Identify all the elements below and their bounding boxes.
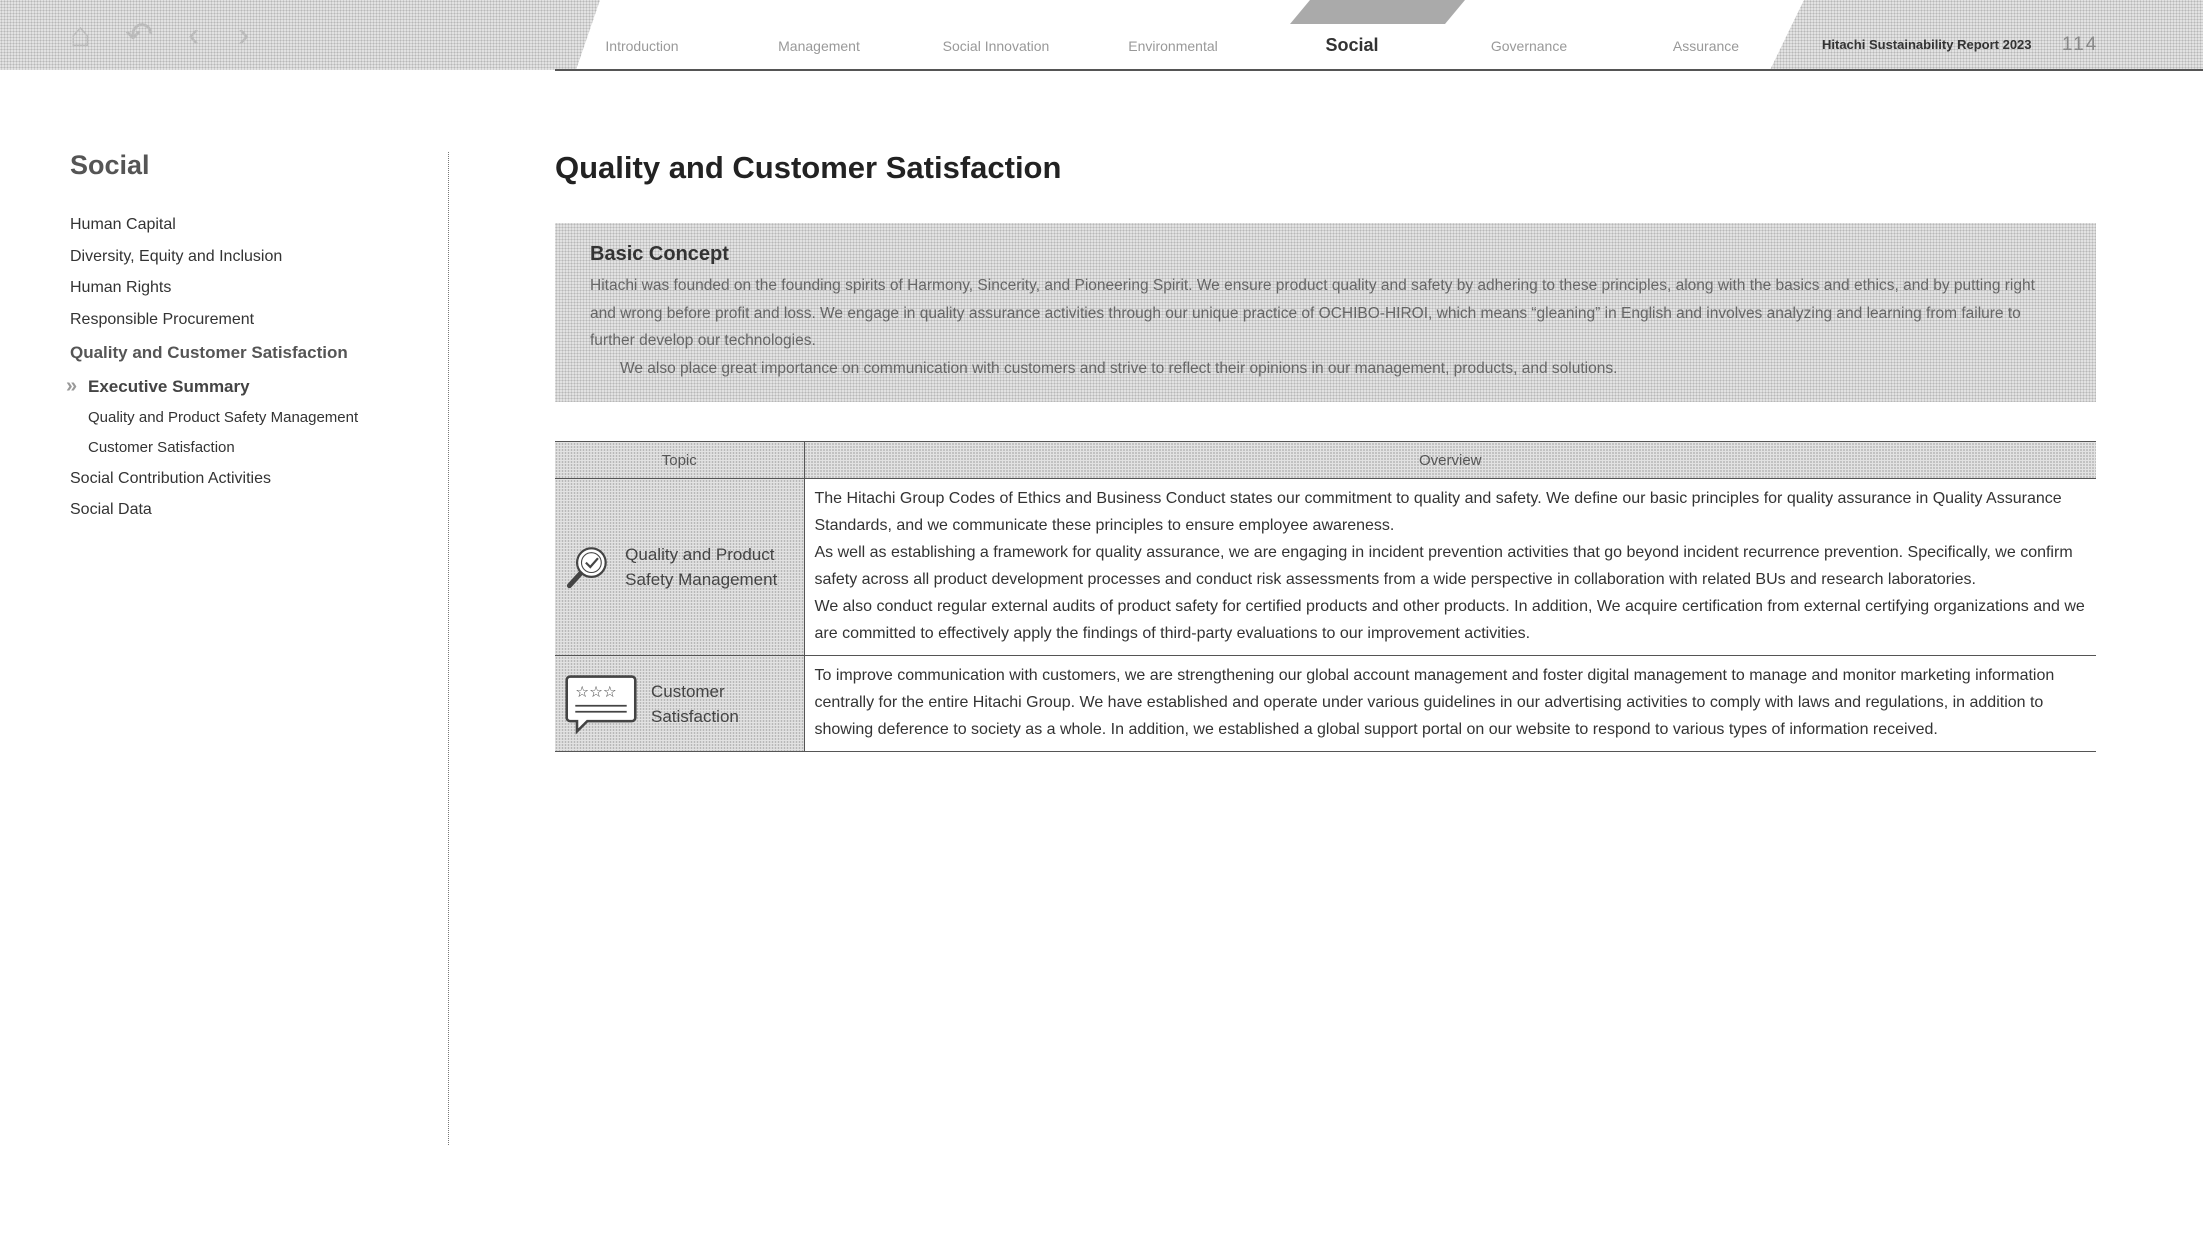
- overview-line: We also conduct regular external audits …: [814, 598, 2085, 642]
- sidebar-divider: [448, 152, 449, 1145]
- sidebar-item-customer-satisfaction[interactable]: Customer Satisfaction: [70, 433, 440, 463]
- report-title: Hitachi Sustainability Report 2023: [1822, 37, 2032, 52]
- overview-cell: To improve communication with customers,…: [804, 655, 2096, 752]
- sidebar-item-quality-customer-satisfaction[interactable]: Quality and Customer Satisfaction: [70, 335, 440, 371]
- tab-social-innovation[interactable]: Social Innovation: [943, 38, 1050, 54]
- overview-line: To improve communication with customers,…: [814, 667, 2055, 738]
- topic-table: Topic Overview Quality and Product Safet…: [555, 441, 2096, 752]
- overview-cell: The Hitachi Group Codes of Ethics and Bu…: [804, 478, 2096, 656]
- topic-cell: ☆☆☆ Customer Satisfaction: [555, 655, 805, 752]
- sidebar-item-responsible-procurement[interactable]: Responsible Procurement: [70, 304, 440, 336]
- tab-governance[interactable]: Governance: [1491, 38, 1567, 54]
- concept-heading: Basic Concept: [590, 243, 729, 265]
- topic-label: Quality and Product Safety Management: [625, 545, 778, 589]
- table-row: Quality and Product Safety Management Th…: [555, 478, 2096, 656]
- tab-management[interactable]: Management: [778, 38, 860, 54]
- sidebar-item-executive-summary[interactable]: » Executive Summary: [66, 371, 440, 403]
- overview-line: The Hitachi Group Codes of Ethics and Bu…: [814, 490, 2062, 534]
- sidebar-item-quality-product-safety[interactable]: Quality and Product Safety Management: [70, 403, 440, 433]
- header-divider: [555, 69, 2203, 71]
- topic-cell: Quality and Product Safety Management: [555, 478, 805, 656]
- page-title: Quality and Customer Satisfaction: [555, 150, 1062, 185]
- column-header-topic: Topic: [555, 441, 805, 479]
- sidebar-item-label: Executive Summary: [88, 377, 250, 396]
- section-tabs: Introduction Management Social Innovatio…: [0, 0, 2203, 70]
- page-number: 114: [2062, 34, 2099, 55]
- sidebar: Social Human Capital Diversity, Equity a…: [66, 150, 440, 526]
- tab-assurance[interactable]: Assurance: [1673, 38, 1739, 54]
- concept-paragraph: Hitachi was founded on the founding spir…: [590, 277, 2035, 349]
- column-header-overview: Overview: [804, 441, 2096, 479]
- table-row: ☆☆☆ Customer Satisfaction To improve com…: [555, 655, 2096, 752]
- sidebar-item-dei[interactable]: Diversity, Equity and Inclusion: [70, 241, 440, 273]
- table-header-row: Topic Overview: [555, 441, 2096, 479]
- tab-introduction[interactable]: Introduction: [605, 38, 678, 54]
- sidebar-title: Social: [70, 150, 150, 180]
- tab-social[interactable]: Social: [1325, 35, 1378, 56]
- tab-environmental[interactable]: Environmental: [1128, 38, 1218, 54]
- sidebar-item-social-data[interactable]: Social Data: [70, 494, 440, 526]
- sidebar-item-human-rights[interactable]: Human Rights: [70, 272, 440, 304]
- concept-paragraph: We also place great importance on commun…: [620, 359, 1618, 377]
- svg-text:☆☆☆: ☆☆☆: [575, 683, 616, 701]
- topic-label: Customer Satisfaction: [650, 681, 739, 726]
- magnifier-check-icon: [566, 547, 607, 589]
- sidebar-item-human-capital[interactable]: Human Capital: [70, 209, 440, 241]
- star-rating-speech-icon: ☆☆☆: [565, 674, 637, 735]
- basic-concept-box: Basic Concept Hitachi was founded on the…: [555, 223, 2096, 402]
- sidebar-item-social-contribution[interactable]: Social Contribution Activities: [70, 463, 440, 495]
- chevron-right-icon: »: [66, 375, 78, 397]
- overview-line: As well as establishing a framework for …: [814, 544, 2073, 588]
